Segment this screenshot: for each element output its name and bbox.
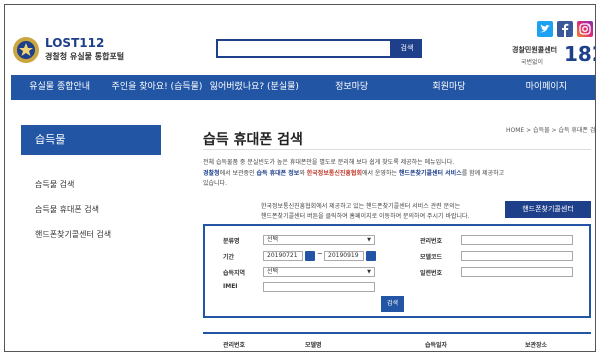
category-label: 분류명 [223, 238, 240, 245]
sidebar-item-callcenter-search[interactable]: 핸드폰찾기콜센터 검색 [35, 229, 111, 240]
logo-title[interactable]: LOST112 [45, 36, 104, 50]
desc-phone-info: 습득 휴대폰 정보 [256, 170, 300, 177]
description-line-3: 있습니다. [203, 180, 227, 187]
page-frame: LOST112 경찰청 유실물 통합포털 검색 경찰민원콜센터 국번없이 182… [4, 4, 596, 352]
title-divider [203, 149, 591, 150]
calendar-icon[interactable] [366, 251, 376, 261]
desc-callcenter-service: 핸드폰찾기콜센터 서비스 [398, 170, 462, 177]
col-header-model: 모델명 [305, 342, 322, 349]
search-button[interactable]: 검색 [392, 39, 422, 58]
search-input[interactable] [216, 39, 392, 58]
model-code-input[interactable] [461, 251, 573, 261]
desc-text-h: 를 함께 제공하고 [461, 170, 505, 177]
breadcrumb: HOME > 습득물 > 습득 휴대폰 검색 [506, 127, 596, 134]
sidebar-item-phone-search[interactable]: 습득물 휴대폰 검색 [35, 204, 99, 215]
description-line-1: 전체 습득물품 중 분실빈도가 높은 휴대폰만을 별도로 분리해 보다 쉽게 찾… [203, 159, 455, 166]
nav-item-info[interactable]: 정보마당 [303, 75, 400, 100]
main-nav: 유실물 종합안내 주인을 찾아요! (습득물) 잃어버렸나요? (분실물) 정보… [11, 75, 595, 100]
nav-item-guide[interactable]: 유실물 종합안내 [11, 75, 108, 100]
sidebar-item-found-search[interactable]: 습득물 검색 [35, 179, 74, 190]
logo-subtitle: 경찰청 유실물 통합포털 [45, 52, 125, 61]
col-header-date: 습득일자 [425, 342, 448, 349]
area-select[interactable]: 선택 ▼ [263, 267, 375, 277]
callcenter-number: 182 [564, 42, 595, 66]
desc-text-f: 에서 운영하는 [361, 170, 399, 177]
mgmt-number-input[interactable] [461, 235, 573, 245]
instagram-icon[interactable] [577, 21, 593, 37]
col-header-mgmt: 관리번호 [223, 342, 246, 349]
results-table-top [203, 332, 591, 334]
sidebar-title: 습득물 [21, 125, 161, 155]
category-value: 선택 [267, 236, 279, 243]
notice-line-1: 한국정보통신진흥협회에서 제공하고 있는 핸드폰찾기콜센터 서비스 관련 문의는 [261, 203, 461, 210]
imei-input[interactable] [263, 282, 375, 292]
facebook-icon[interactable] [557, 21, 573, 37]
twitter-icon[interactable] [537, 21, 553, 37]
callcenter-label: 경찰민원콜센터 [512, 46, 558, 54]
nav-item-mypage[interactable]: 마이페이지 [498, 75, 595, 100]
desc-police: 경찰청 [203, 170, 220, 177]
date-to-input[interactable]: 20190919 [324, 251, 364, 261]
date-from-input[interactable]: 20190721 [263, 251, 303, 261]
serial-number-label: 일련번호 [420, 270, 443, 277]
nav-item-members[interactable]: 회원마당 [400, 75, 497, 100]
callcenter-sub: 국번없이 [521, 59, 544, 66]
mgmt-number-label: 관리번호 [420, 238, 443, 245]
nav-item-found[interactable]: 주인을 찾아요! (습득물) [108, 75, 205, 100]
area-value: 선택 [267, 268, 279, 275]
area-label: 습득지역 [223, 270, 246, 277]
police-emblem-icon[interactable] [11, 35, 41, 65]
imei-label: IMEI [223, 283, 238, 290]
description-line-2: 경찰청에서 보관중인 습득 휴대폰 정보와 한국정보통신진흥협회에서 운영하는 … [203, 168, 504, 177]
category-select[interactable]: 선택 ▼ [263, 235, 375, 245]
chevron-down-icon: ▼ [367, 269, 371, 275]
date-separator: ~ [317, 250, 323, 258]
notice-line-2: 핸드폰찾기콜센터 버튼을 클릭하여 홈페이지로 이동하여 문의하여 주시기 바랍… [261, 213, 470, 220]
page-title: 습득 휴대폰 검색 [203, 132, 303, 148]
col-header-place: 보관장소 [525, 342, 548, 349]
desc-text-d: 와 [299, 170, 307, 177]
serial-number-input[interactable] [461, 267, 573, 277]
desc-text-b: 에서 보관중인 [219, 170, 257, 177]
chevron-down-icon: ▼ [367, 237, 371, 243]
nav-item-lost[interactable]: 잃어버렸나요? (분실물) [206, 75, 303, 100]
model-code-label: 모델코드 [420, 254, 443, 261]
period-label: 기간 [223, 254, 235, 261]
calendar-icon[interactable] [305, 251, 315, 261]
callcenter-button[interactable]: 핸드폰찾기콜센터 [505, 201, 591, 218]
form-search-button[interactable]: 검색 [381, 296, 404, 312]
desc-kait: 한국정보통신진흥협회 [306, 170, 362, 177]
